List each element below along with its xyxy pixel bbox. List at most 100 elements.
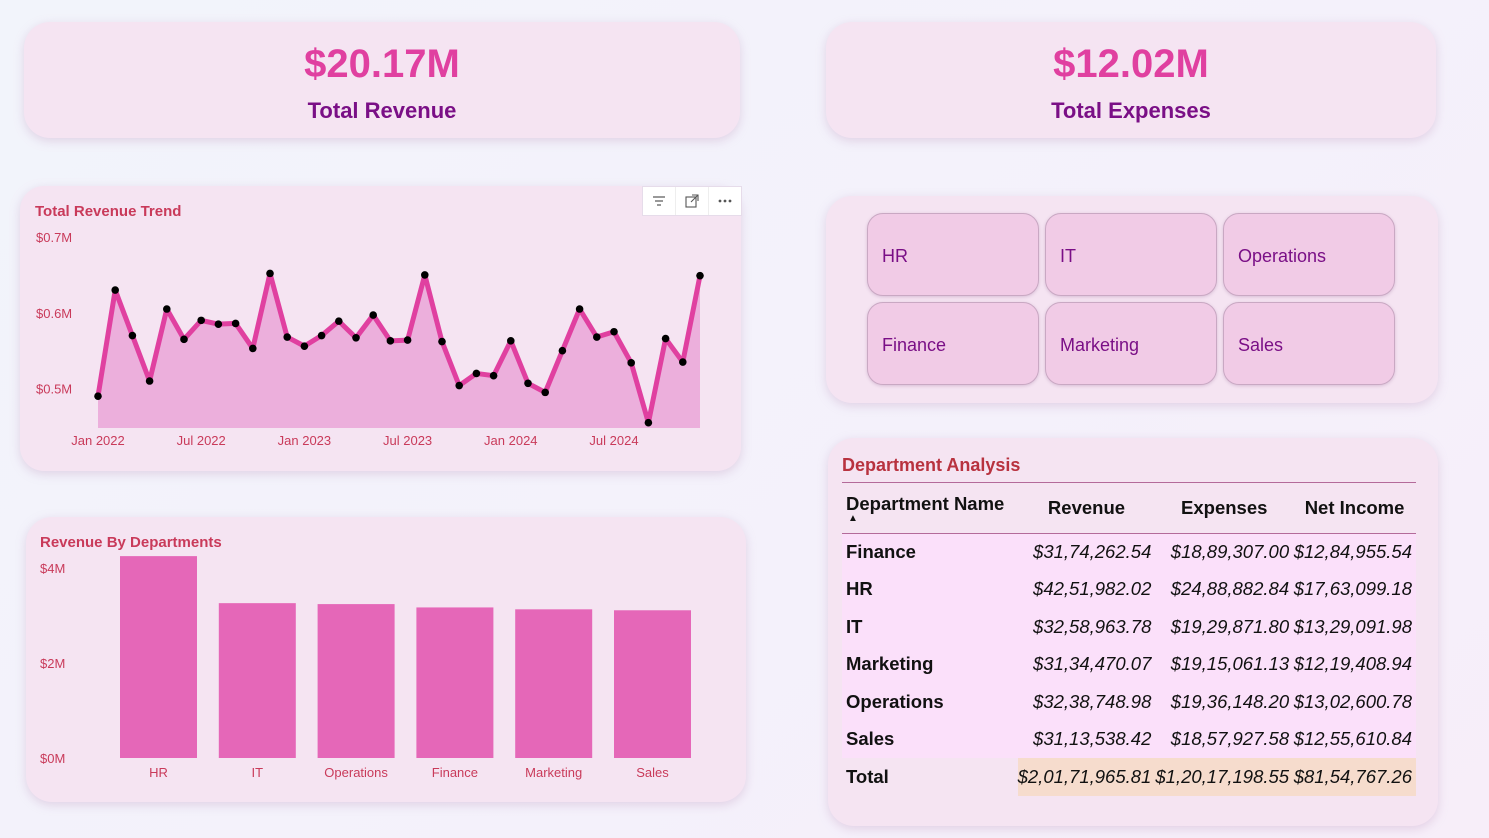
table-row[interactable]: Finance $31,74,262.54 $18,89,307.00 $12,… [842, 533, 1416, 571]
table-title: Department Analysis [842, 455, 1021, 475]
slicer-item-finance[interactable]: Finance [867, 302, 1039, 385]
trend-point [455, 381, 464, 390]
table-row[interactable]: Operations $32,38,748.98 $19,36,148.20 $… [842, 683, 1416, 721]
column-header-net-income[interactable]: Net Income [1293, 483, 1416, 534]
bar-operations [317, 604, 395, 758]
y-tick-label: $0.6M [36, 306, 72, 321]
x-tick-label: Operations [324, 765, 388, 780]
trend-point [489, 371, 498, 380]
trend-area [98, 273, 700, 428]
x-tick-label: Jul 2024 [589, 433, 638, 448]
revenue-trend-chart[interactable]: $0.5M $0.6M $0.7M Jan 2022 Jul 2022 Jan 2023 J… [0, 0, 760, 470]
trend-point [94, 392, 102, 400]
cell-total-expenses: $1,20,17,198.55 [1155, 758, 1294, 796]
trend-point [575, 305, 584, 313]
column-header-department[interactable]: Department Name ▲ [842, 483, 1018, 534]
header-label: Department Name [846, 492, 1005, 514]
cell-net-income: $13,02,600.78 [1293, 683, 1416, 721]
trend-point [128, 331, 137, 340]
trend-point [403, 336, 412, 344]
bar-sales [614, 610, 691, 758]
trend-point [558, 346, 567, 355]
x-tick-label: Jul 2022 [177, 433, 226, 448]
trend-point [249, 344, 257, 353]
column-header-expenses[interactable]: Expenses [1155, 483, 1294, 534]
trend-point [541, 388, 549, 397]
kpi-label: Total Expenses [1051, 98, 1211, 123]
cell-revenue: $31,74,262.54 [1017, 533, 1156, 571]
trend-point [644, 418, 653, 427]
cell-department: Finance [842, 533, 1018, 571]
cell-net-income: $12,55,610.84 [1293, 720, 1416, 758]
cell-department: HR [842, 570, 1018, 608]
slicer-item-marketing[interactable]: Marketing [1045, 302, 1217, 385]
bar-finance [416, 607, 494, 758]
trend-point [300, 342, 309, 350]
table-total-row: Total $2,01,71,965.81 $1,20,17,198.55 $8… [842, 758, 1416, 796]
trend-point [214, 320, 223, 328]
trend-point [421, 271, 429, 279]
x-tick-label: IT [252, 765, 264, 780]
bar-hr [120, 556, 197, 758]
cell-net-income: $13,29,091.98 [1293, 608, 1416, 646]
cell-total-revenue: $2,01,71,965.81 [1017, 758, 1156, 796]
cell-expenses: $19,15,061.13 [1155, 645, 1294, 683]
cell-expenses: $19,36,148.20 [1155, 683, 1294, 721]
x-tick-label: HR [149, 765, 168, 780]
x-tick-label: Finance [432, 765, 478, 780]
slicer-item-hr[interactable]: HR [867, 213, 1039, 296]
trend-point [197, 316, 205, 325]
trend-point [438, 337, 446, 346]
trend-point [627, 359, 635, 367]
x-tick-label: Jan 2022 [71, 433, 125, 448]
trend-point [145, 377, 154, 385]
cell-revenue: $42,51,982.02 [1017, 570, 1156, 608]
department-table: Department Name ▲ Revenue Expenses Net I… [842, 483, 1416, 796]
cell-revenue: $32,38,748.98 [1017, 683, 1156, 721]
cell-expenses: $24,88,882.84 [1155, 570, 1294, 608]
y-tick-label: $2M [40, 656, 65, 671]
cell-revenue: $31,13,538.42 [1017, 720, 1156, 758]
slicer-item-sales[interactable]: Sales [1223, 302, 1395, 385]
sort-ascending-icon[interactable]: ▲ [848, 513, 1018, 523]
cell-expenses: $18,89,307.00 [1155, 533, 1294, 571]
trend-point [369, 311, 378, 319]
trend-point [231, 319, 240, 328]
trend-point [507, 337, 515, 345]
bar-it [218, 603, 296, 758]
table-row[interactable]: IT $32,58,963.78 $19,29,871.80 $13,29,09… [842, 608, 1416, 646]
cell-revenue: $31,34,470.07 [1017, 645, 1156, 683]
trend-point [266, 269, 274, 278]
x-tick-label: Marketing [525, 765, 582, 780]
cell-department: Operations [842, 683, 1018, 721]
bar-marketing [515, 609, 593, 758]
trend-point [335, 317, 343, 325]
trend-point [283, 333, 292, 341]
slicer-item-it[interactable]: IT [1045, 213, 1217, 296]
y-tick-label: $4M [40, 561, 65, 576]
trend-point [317, 331, 326, 340]
table-row[interactable]: Sales $31,13,538.42 $18,57,927.58 $12,55… [842, 720, 1416, 758]
cell-total-label: Total [842, 758, 1018, 796]
x-tick-label: Jan 2023 [278, 433, 332, 448]
cell-expenses: $18,57,927.58 [1155, 720, 1294, 758]
trend-point [696, 271, 704, 280]
cell-department: Sales [842, 720, 1018, 758]
slicer-item-operations[interactable]: Operations [1223, 213, 1395, 296]
trend-point [163, 305, 171, 313]
table-row[interactable]: Marketing $31,34,470.07 $19,15,061.13 $1… [842, 645, 1416, 683]
cell-department: IT [842, 608, 1018, 646]
kpi-card-expenses: $12.02M Total Expenses [826, 22, 1436, 138]
table-row[interactable]: HR $42,51,982.02 $24,88,882.84 $17,63,09… [842, 570, 1416, 608]
cell-total-net-income: $81,54,767.26 [1293, 758, 1416, 796]
kpi-value: $12.02M [1053, 42, 1209, 86]
y-tick-label: $0M [40, 751, 65, 766]
trend-point [472, 369, 481, 378]
revenue-by-dept-chart[interactable]: HR IT Operations Finance Marketing Sales $0M $2… [0, 500, 760, 800]
trend-point [610, 327, 618, 336]
trend-point [352, 334, 360, 342]
trend-point [524, 379, 532, 388]
column-header-revenue[interactable]: Revenue [1017, 483, 1156, 534]
trend-point [661, 334, 670, 343]
cell-revenue: $32,58,963.78 [1017, 608, 1156, 646]
